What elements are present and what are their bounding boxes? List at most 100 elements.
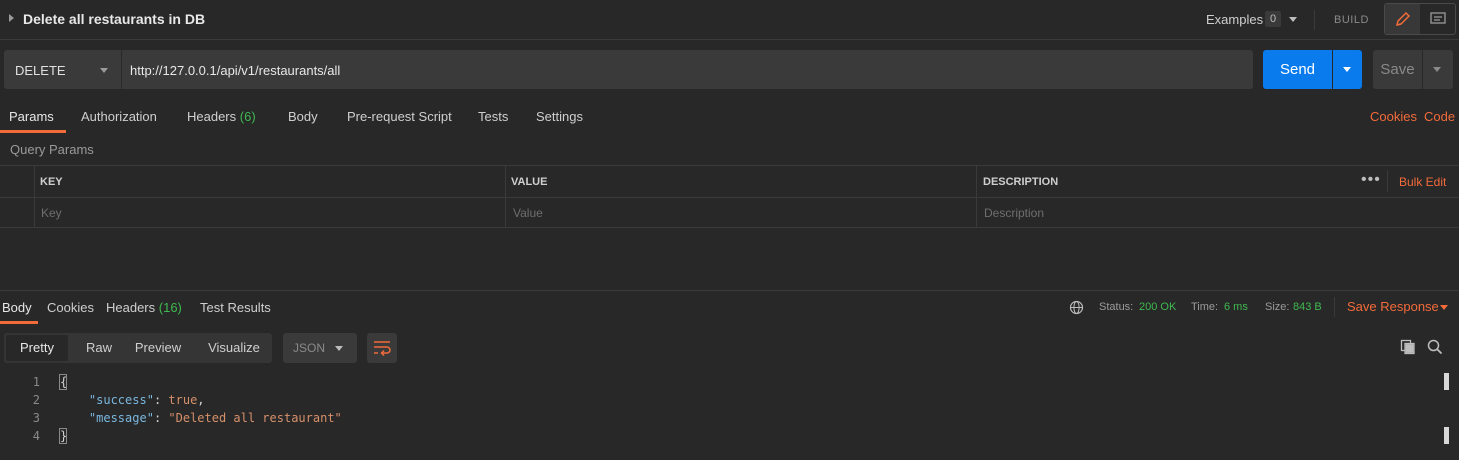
tab-label: Authorization — [81, 109, 157, 124]
scrollbar-marker[interactable] — [1444, 373, 1449, 390]
tab-headers[interactable]: Headers (6) — [187, 109, 256, 124]
wrap-lines-icon — [374, 341, 391, 356]
tab-label: Tests — [478, 109, 509, 124]
save-options-button[interactable] — [1423, 50, 1453, 89]
format-select[interactable]: JSON — [283, 333, 357, 363]
line-number: 1 — [32, 375, 40, 389]
tab-settings[interactable]: Settings — [536, 109, 583, 124]
view-visualize-button[interactable]: Visualize — [200, 333, 268, 363]
status-value[interactable]: 200 OK — [1139, 301, 1176, 313]
edit-button[interactable] — [1385, 4, 1420, 34]
examples-count-badge: 0 — [1265, 11, 1281, 27]
search-icon[interactable] — [1427, 339, 1443, 355]
description-input[interactable]: Description — [984, 206, 1044, 220]
view-raw-button[interactable]: Raw — [74, 333, 124, 363]
tab-tests[interactable]: Tests — [478, 109, 508, 124]
format-chevron-down-icon — [335, 346, 343, 351]
code-line: "message": "Deleted all restaurant" — [88, 411, 342, 425]
column-header-key: KEY — [40, 176, 63, 188]
active-tab-indicator — [0, 321, 38, 324]
json-key: "success" — [88, 393, 154, 407]
url-input-value[interactable]: http://127.0.0.1/api/v1/restaurants/all — [130, 63, 340, 78]
tab-params[interactable]: Params — [9, 109, 54, 124]
tab-pre-request-script[interactable]: Pre-request Script — [347, 109, 452, 124]
tab-label: Cookies — [47, 300, 94, 315]
line-number: 4 — [32, 429, 40, 443]
send-chevron-down-icon — [1343, 67, 1351, 72]
column-header-description: DESCRIPTION — [983, 176, 1059, 188]
request-title-bar: Delete all restaurants in DB Examples 0 … — [0, 0, 1459, 40]
view-pretty-button[interactable]: Pretty — [6, 335, 68, 361]
code-line: } — [60, 429, 68, 443]
column-divider — [505, 166, 506, 228]
tab-label: Params — [9, 109, 54, 124]
value-input[interactable]: Value — [513, 206, 543, 220]
save-response-chevron-down-icon[interactable] — [1440, 305, 1448, 310]
active-tab-indicator — [0, 130, 66, 133]
tab-label: Body — [2, 300, 32, 315]
headers-count: (6) — [239, 109, 256, 124]
row-divider — [0, 197, 1459, 198]
response-tab-body[interactable]: Body — [2, 300, 32, 315]
response-tab-bar: Body Cookies Headers (16) Test Results S… — [0, 290, 1459, 324]
time-value[interactable]: 6 ms — [1224, 301, 1248, 313]
size-value[interactable]: 843 B — [1293, 301, 1322, 313]
tab-label: Pre-request Script — [347, 109, 452, 124]
more-options-icon[interactable]: ••• — [1361, 171, 1381, 189]
save-chevron-down-icon — [1433, 67, 1441, 72]
send-button[interactable]: Send — [1263, 50, 1332, 89]
time-label: Time: — [1191, 301, 1219, 313]
examples-chevron-down-icon[interactable] — [1289, 17, 1297, 22]
column-divider — [34, 166, 35, 228]
column-header-value: VALUE — [511, 176, 548, 188]
response-tab-headers[interactable]: Headers (16) — [106, 300, 182, 315]
tab-authorization[interactable]: Authorization — [81, 109, 157, 124]
response-tab-test-results[interactable]: Test Results — [200, 300, 271, 315]
comment-icon — [1430, 12, 1446, 24]
divider — [1314, 10, 1315, 30]
bulk-edit-link[interactable]: Bulk Edit — [1399, 175, 1446, 189]
json-value: "Deleted all restaurant" — [168, 411, 342, 425]
json-value: true — [168, 393, 198, 407]
save-button[interactable]: Save — [1373, 50, 1422, 89]
key-input[interactable]: Key — [41, 206, 62, 220]
comments-button[interactable] — [1420, 4, 1455, 34]
headers-count: (16) — [158, 300, 182, 315]
column-divider — [976, 166, 977, 228]
status-label: Status: — [1099, 301, 1134, 313]
tab-label: Body — [288, 109, 318, 124]
divider — [1334, 297, 1335, 317]
json-key: "message" — [88, 411, 154, 425]
tab-label: Headers — [187, 109, 237, 124]
copy-icon[interactable] — [1400, 339, 1416, 355]
collapse-caret-icon[interactable] — [9, 14, 14, 22]
cookies-link[interactable]: Cookies — [1370, 109, 1417, 124]
line-number: 2 — [32, 393, 40, 407]
view-preview-button[interactable]: Preview — [128, 333, 188, 363]
format-value: JSON — [293, 341, 326, 355]
tab-label: Test Results — [200, 300, 271, 315]
scrollbar-marker[interactable] — [1444, 427, 1449, 444]
save-response-button[interactable]: Save Response — [1347, 299, 1439, 314]
build-mode-label[interactable]: BUILD — [1334, 14, 1369, 26]
examples-dropdown[interactable]: Examples — [1206, 12, 1263, 27]
send-options-button[interactable] — [1333, 50, 1362, 89]
response-tab-cookies[interactable]: Cookies — [47, 300, 94, 315]
size-label: Size: — [1265, 301, 1290, 313]
tab-label: Headers — [106, 300, 156, 315]
code-line: "success": true, — [88, 393, 205, 407]
code-line: { — [60, 375, 68, 389]
code-link[interactable]: Code — [1424, 109, 1455, 124]
tab-body[interactable]: Body — [288, 109, 318, 124]
pencil-icon — [1395, 11, 1411, 27]
query-params-label: Query Params — [10, 142, 94, 157]
wrap-lines-button[interactable] — [367, 333, 397, 363]
line-number: 3 — [32, 411, 40, 425]
method-value: DELETE — [15, 63, 66, 78]
query-params-table: KEY VALUE DESCRIPTION ••• Bulk Edit Key … — [0, 165, 1459, 228]
tab-label: Settings — [536, 109, 583, 124]
request-name[interactable]: Delete all restaurants in DB — [23, 11, 205, 27]
divider — [1387, 170, 1388, 192]
method-chevron-down-icon[interactable] — [100, 68, 108, 73]
globe-icon[interactable] — [1069, 300, 1084, 315]
